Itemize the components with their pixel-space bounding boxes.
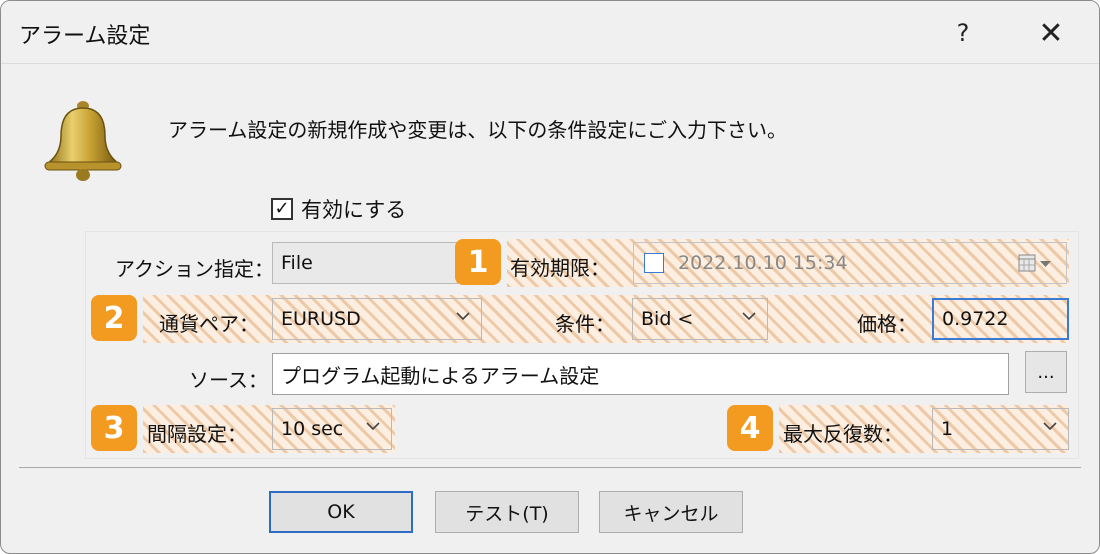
interval-value: 10 sec <box>281 418 344 440</box>
badge-1: 1 <box>455 239 501 285</box>
browse-button[interactable]: ... <box>1025 351 1067 393</box>
separator <box>19 467 1081 468</box>
interval-select[interactable]: 10 sec <box>272 408 392 450</box>
enable-toggle[interactable]: ✓ 有効にする <box>271 194 406 224</box>
alarm-settings-dialog: アラーム設定 ? ✕ アラーム設定の新規作成や変更は、以下の条件設定にご入力下さ… <box>0 0 1100 554</box>
ok-button[interactable]: OK <box>269 491 413 533</box>
expiry-checkbox[interactable] <box>644 253 664 273</box>
enable-checkbox[interactable]: ✓ <box>271 198 293 220</box>
expiry-value: 2022.10.10 15:34 <box>678 252 848 274</box>
chevron-down-icon <box>456 312 470 321</box>
badge-2: 2 <box>91 295 137 341</box>
calendar-icon[interactable] <box>1018 253 1052 273</box>
close-button[interactable]: ✕ <box>1021 11 1081 55</box>
source-value: プログラム起動によるアラーム設定 <box>281 363 600 388</box>
window-title: アラーム設定 <box>19 24 151 49</box>
chevron-down-icon <box>1043 422 1057 431</box>
badge-4: 4 <box>727 405 773 451</box>
cancel-button[interactable]: キャンセル <box>599 491 743 533</box>
source-label: ソース： <box>189 368 268 392</box>
max-repeat-select[interactable]: 1 <box>932 408 1069 450</box>
action-field[interactable]: File <box>272 242 458 284</box>
condition-value: Bid < <box>641 308 694 330</box>
action-label: アクション指定： <box>115 257 274 281</box>
price-label: 価格： <box>857 312 917 336</box>
test-button[interactable]: テスト(T) <box>435 491 579 533</box>
check-icon: ✓ <box>274 198 290 219</box>
max-repeat-value: 1 <box>941 418 954 440</box>
interval-label: 間隔設定： <box>147 422 247 446</box>
enable-label: 有効にする <box>301 198 407 222</box>
price-value: 0.9722 <box>942 308 1009 330</box>
pair-label: 通貨ペア： <box>159 312 259 336</box>
title-bar: アラーム設定 ? ✕ <box>1 1 1099 64</box>
max-repeat-label: 最大反復数： <box>783 422 903 446</box>
badge-3: 3 <box>91 405 137 451</box>
pair-value: EURUSD <box>281 308 361 330</box>
condition-select[interactable]: Bid < <box>632 298 768 340</box>
chevron-down-icon <box>366 422 380 431</box>
expiry-datetime-field[interactable]: 2022.10.10 15:34 <box>633 242 1067 284</box>
pair-select[interactable]: EURUSD <box>272 298 482 340</box>
intro-text: アラーム設定の新規作成や変更は、以下の条件設定にご入力下さい。 <box>168 118 787 142</box>
price-input[interactable]: 0.9722 <box>932 298 1069 340</box>
expiry-label: 有効期限： <box>510 256 610 280</box>
source-input[interactable]: プログラム起動によるアラーム設定 <box>272 353 1009 395</box>
bell-icon <box>41 98 125 188</box>
help-button[interactable]: ? <box>933 11 993 55</box>
condition-label: 条件： <box>555 312 615 336</box>
action-value: File <box>281 252 313 274</box>
chevron-down-icon <box>742 312 756 321</box>
